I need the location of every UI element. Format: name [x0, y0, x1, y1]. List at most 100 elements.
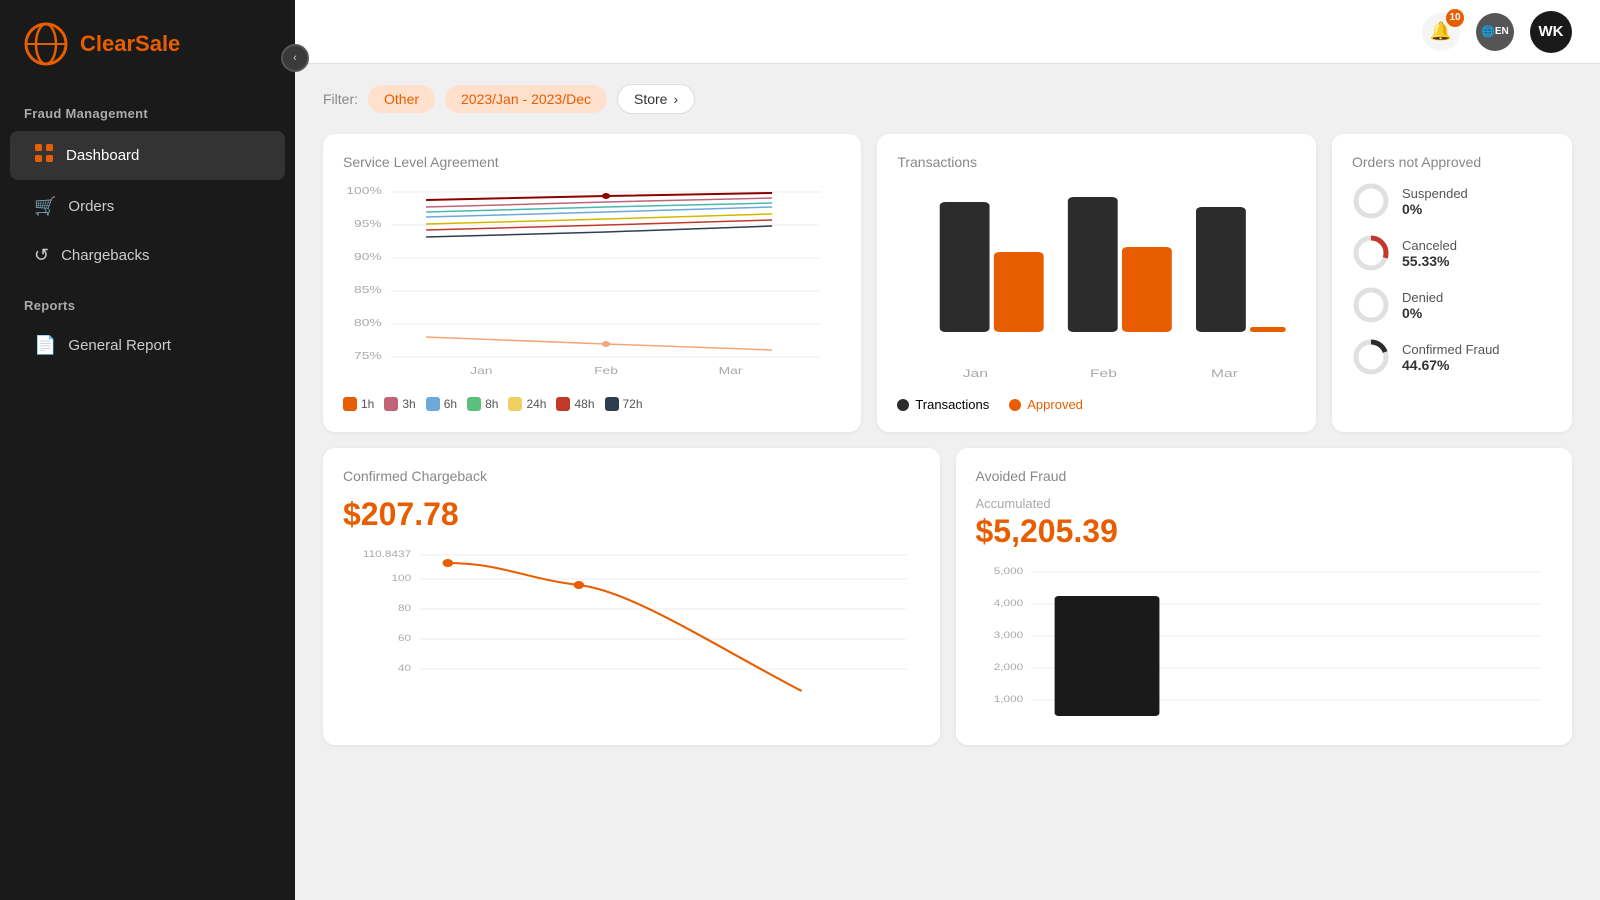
- sidebar: ClearSale ‹ Fraud Management Dashboard 🛒…: [0, 0, 295, 900]
- filter-chip-date[interactable]: 2023/Jan - 2023/Dec: [445, 85, 607, 113]
- donut-canceled: [1352, 234, 1390, 272]
- denied-label: Denied: [1402, 290, 1443, 305]
- svg-text:3,000: 3,000: [993, 631, 1023, 640]
- legend-72h: 72h: [605, 397, 643, 411]
- chargeback-chart: 110.8437 100 80 60 40: [343, 543, 920, 703]
- sla-card: Service Level Agreement 100% 95% 90% 85%…: [323, 134, 861, 432]
- transactions-chart: Jan Feb Mar: [897, 182, 1296, 382]
- svg-text:80: 80: [398, 604, 411, 613]
- general-report-icon: 📄: [34, 335, 56, 356]
- svg-text:Feb: Feb: [1090, 367, 1117, 379]
- header: 🔔 10 🌐 EN WK: [295, 0, 1600, 64]
- main-area: 🔔 10 🌐 EN WK Filter: Other 2023/Jan - 20…: [295, 0, 1600, 900]
- section1-label: Fraud Management: [0, 88, 295, 129]
- sla-chart: 100% 95% 90% 85% 80% 75% Jan Feb: [343, 182, 841, 382]
- avoided-fraud-value: $5,205.39: [976, 513, 1553, 550]
- logo-icon: [24, 22, 68, 66]
- svg-text:Feb: Feb: [594, 365, 618, 377]
- svg-text:110.8437: 110.8437: [363, 550, 411, 559]
- language-label: EN: [1495, 26, 1509, 37]
- orders-not-approved-card: Orders not Approved Suspended 0%: [1332, 134, 1572, 432]
- svg-text:75%: 75%: [354, 350, 382, 362]
- chargeback-title: Confirmed Chargeback: [343, 468, 920, 484]
- legend-8h: 8h: [467, 397, 498, 411]
- sidebar-item-chargebacks[interactable]: ↺ Chargebacks: [10, 233, 285, 278]
- svg-text:95%: 95%: [354, 218, 382, 230]
- denied-value: 0%: [1402, 305, 1443, 321]
- svg-text:40: 40: [398, 664, 411, 673]
- sidebar-item-orders[interactable]: 🛒 Orders: [10, 184, 285, 229]
- filter-bar: Filter: Other 2023/Jan - 2023/Dec Store …: [323, 84, 1572, 114]
- chargeback-card: Confirmed Chargeback $207.78 110.8437 10…: [323, 448, 940, 745]
- suspended-label: Suspended: [1402, 186, 1468, 201]
- chargebacks-label: Chargebacks: [61, 247, 149, 264]
- content-area: Filter: Other 2023/Jan - 2023/Dec Store …: [295, 64, 1600, 900]
- general-report-label: General Report: [68, 337, 171, 354]
- svg-text:Jan: Jan: [963, 367, 988, 379]
- legend-3h: 3h: [384, 397, 415, 411]
- fraud-value: 44.67%: [1402, 357, 1500, 373]
- sla-legend: 1h 3h 6h 8h: [343, 397, 841, 411]
- dashboard-label: Dashboard: [66, 147, 139, 164]
- fraud-label: Confirmed Fraud: [1402, 342, 1500, 357]
- svg-text:Mar: Mar: [1211, 367, 1239, 379]
- legend-6h: 6h: [426, 397, 457, 411]
- orders-label: Orders: [68, 198, 114, 215]
- stat-suspended: Suspended 0%: [1352, 182, 1552, 220]
- chargeback-value: $207.78: [343, 496, 920, 533]
- row-2: Confirmed Chargeback $207.78 110.8437 10…: [323, 448, 1572, 745]
- svg-text:2,000: 2,000: [993, 663, 1023, 672]
- logo-area: ClearSale: [0, 0, 295, 88]
- donut-confirmed-fraud: [1352, 338, 1390, 376]
- svg-text:90%: 90%: [354, 251, 382, 263]
- sidebar-item-dashboard[interactable]: Dashboard: [10, 131, 285, 180]
- chargebacks-icon: ↺: [34, 245, 49, 266]
- logo-text: ClearSale: [80, 31, 180, 57]
- filter-label: Filter:: [323, 91, 358, 107]
- legend-1h: 1h: [343, 397, 374, 411]
- svg-text:Jan: Jan: [470, 365, 492, 377]
- orders-not-approved-title: Orders not Approved: [1352, 154, 1552, 170]
- canceled-label: Canceled: [1402, 238, 1457, 253]
- notifications-button[interactable]: 🔔 10: [1422, 13, 1460, 51]
- legend-24h: 24h: [508, 397, 546, 411]
- accumulated-label: Accumulated: [976, 496, 1553, 511]
- stat-canceled: Canceled 55.33%: [1352, 234, 1552, 272]
- svg-text:80%: 80%: [354, 317, 382, 329]
- sidebar-item-general-report[interactable]: 📄 General Report: [10, 323, 285, 368]
- user-initials: WK: [1539, 23, 1564, 40]
- suspended-value: 0%: [1402, 201, 1468, 217]
- avoided-fraud-chart: 5,000 4,000 3,000 2,000 1,000: [976, 560, 1553, 720]
- legend-48h: 48h: [556, 397, 594, 411]
- section2-label: Reports: [0, 280, 295, 321]
- sidebar-collapse-button[interactable]: ‹: [281, 44, 309, 72]
- svg-text:85%: 85%: [354, 284, 382, 296]
- svg-text:100%: 100%: [346, 185, 382, 197]
- notification-badge: 10: [1446, 9, 1464, 27]
- canceled-value: 55.33%: [1402, 253, 1457, 269]
- orders-icon: 🛒: [34, 196, 56, 217]
- stat-denied: Denied 0%: [1352, 286, 1552, 324]
- dashboard-icon: [34, 143, 54, 168]
- user-avatar[interactable]: WK: [1530, 11, 1572, 53]
- transactions-card: Transactions Jan Feb Mar: [877, 134, 1316, 432]
- tx-legend-transactions: Transactions: [897, 397, 989, 412]
- filter-chip-store[interactable]: Store ›: [617, 84, 695, 114]
- tx-legend-approved: Approved: [1009, 397, 1083, 412]
- svg-text:5,000: 5,000: [993, 567, 1023, 576]
- svg-text:100: 100: [391, 574, 411, 583]
- avoided-fraud-title: Avoided Fraud: [976, 468, 1553, 484]
- language-button[interactable]: 🌐 EN: [1476, 13, 1514, 51]
- transactions-title: Transactions: [897, 154, 1296, 170]
- filter-chip-other[interactable]: Other: [368, 85, 435, 113]
- svg-text:1,000: 1,000: [993, 695, 1023, 704]
- chevron-icon: ›: [673, 91, 678, 107]
- svg-text:60: 60: [398, 634, 411, 643]
- donut-suspended: [1352, 182, 1390, 220]
- sla-title: Service Level Agreement: [343, 154, 841, 170]
- transactions-legend: Transactions Approved: [897, 397, 1296, 412]
- language-icon: 🌐: [1481, 25, 1495, 38]
- svg-text:Mar: Mar: [719, 365, 743, 377]
- svg-text:4,000: 4,000: [993, 599, 1023, 608]
- row-1: Service Level Agreement 100% 95% 90% 85%…: [323, 134, 1572, 432]
